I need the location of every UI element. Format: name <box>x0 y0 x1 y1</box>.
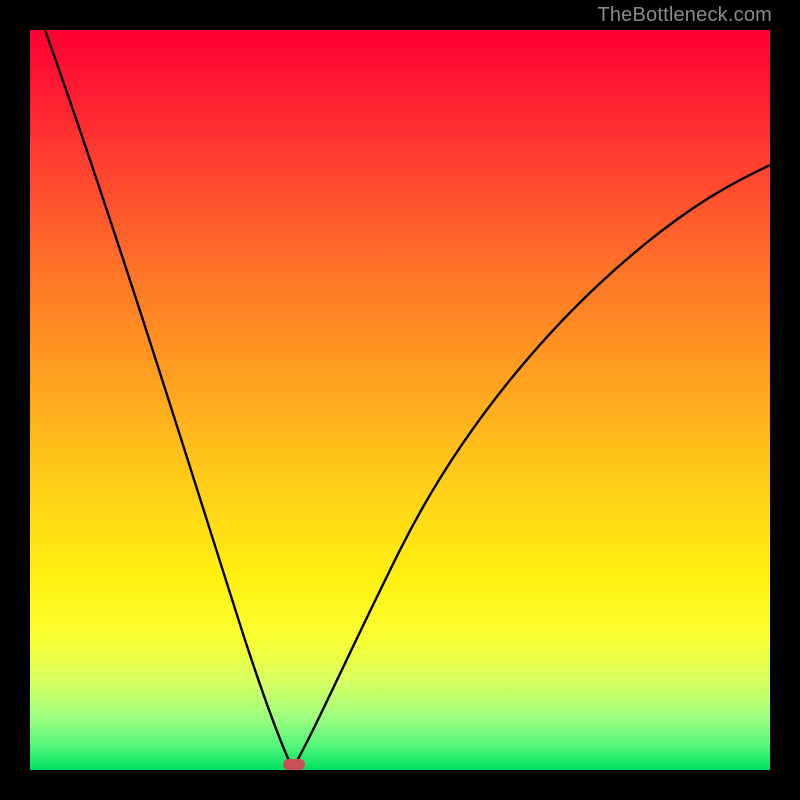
curve-layer <box>30 30 770 770</box>
right-branch-curve <box>293 165 770 768</box>
bottleneck-marker <box>283 759 305 770</box>
watermark-text: TheBottleneck.com <box>597 4 772 27</box>
left-branch-curve <box>45 30 293 768</box>
plot-area <box>30 30 770 770</box>
chart-frame: TheBottleneck.com <box>0 0 800 800</box>
